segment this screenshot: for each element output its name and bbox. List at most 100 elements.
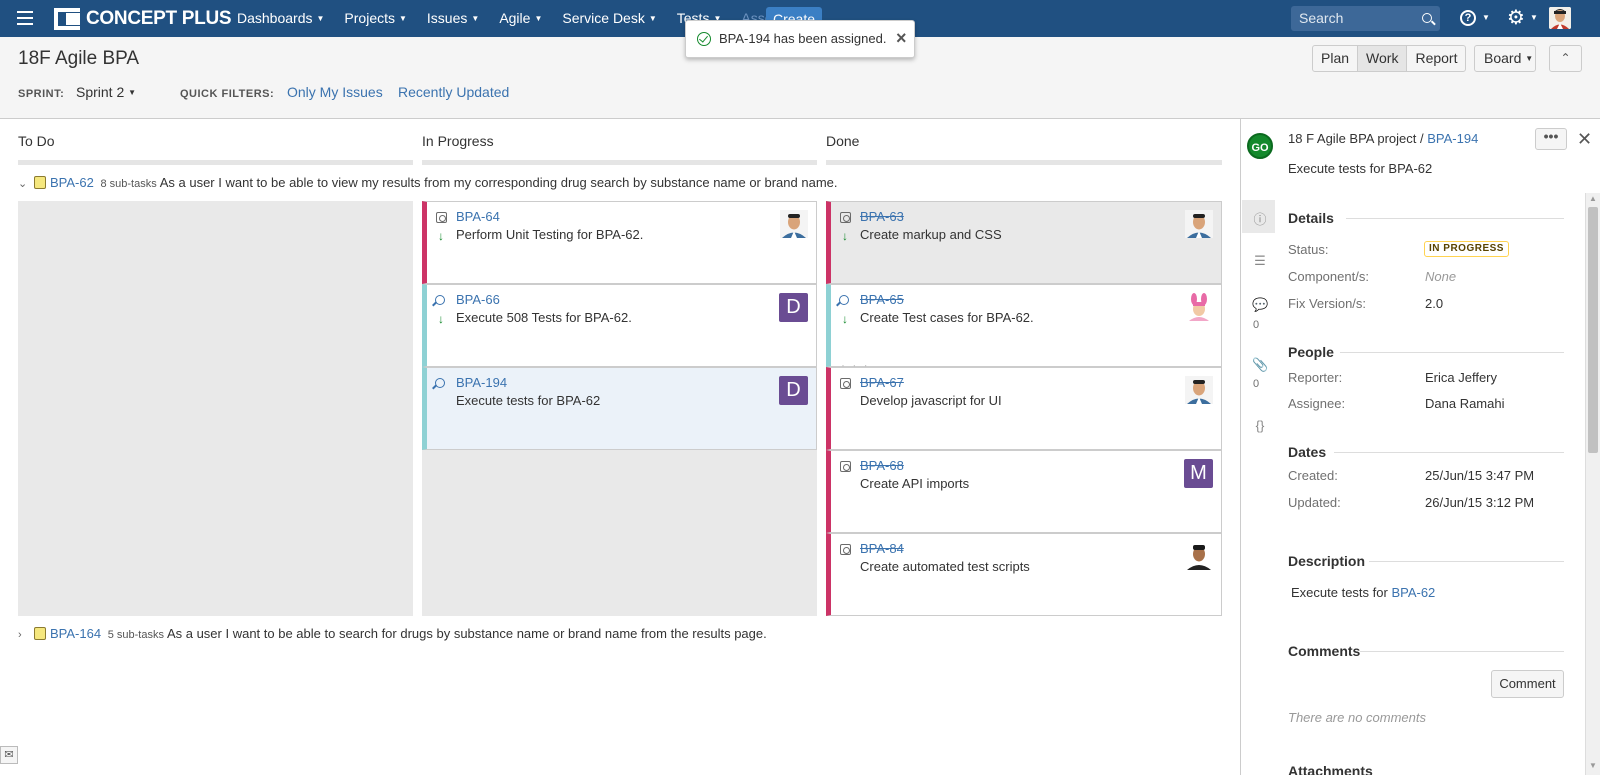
issue-card[interactable]: BPA-67 Develop javascript for UI <box>826 367 1222 450</box>
nav-service-desk[interactable]: Service Desk ▼ <box>562 0 676 37</box>
comment-button[interactable]: Comment <box>1491 670 1564 698</box>
story-icon <box>34 176 46 189</box>
filter-only-my-issues[interactable]: Only My Issues <box>287 84 383 100</box>
report-mode-button[interactable]: Report <box>1407 46 1465 71</box>
chevron-down-icon: ▼ <box>128 88 137 97</box>
board-label: Board <box>1484 50 1522 66</box>
section-people: People <box>1288 344 1334 360</box>
card-key[interactable]: BPA-194 <box>456 375 507 390</box>
code-braces-icon[interactable]: {} <box>1252 418 1268 434</box>
issue-title: Execute tests for BPA-62 <box>1288 161 1433 176</box>
breadcrumb: 18 F Agile BPA project / BPA-194 <box>1288 131 1478 146</box>
card-key[interactable]: BPA-66 <box>456 292 500 307</box>
info-icon[interactable]: ⓘ <box>1252 209 1268 227</box>
nav-agile[interactable]: Agile ▼ <box>499 0 562 37</box>
board-menu-button[interactable]: Board ▼ <box>1474 45 1536 72</box>
card-key[interactable]: BPA-68 <box>860 458 904 473</box>
description-icon[interactable]: ☰ <box>1252 253 1268 269</box>
issue-card-selected[interactable]: BPA-194 Execute tests for BPA-62 D <box>422 367 817 450</box>
description-body[interactable]: Execute tests for BPA-62 <box>1291 585 1435 600</box>
chevron-down-icon: ▼ <box>1530 13 1538 22</box>
nav-label: Service Desk <box>562 10 645 26</box>
nav-dashboards[interactable]: Dashboards ▼ <box>237 0 344 37</box>
logo[interactable]: CONCEPT PLUS <box>54 7 232 31</box>
reporter-value[interactable]: Erica Jeffery <box>1425 370 1497 385</box>
user-avatar[interactable] <box>1549 7 1571 29</box>
chevron-down-icon[interactable]: ⌄ <box>18 177 28 190</box>
nav-label: Agile <box>499 10 531 26</box>
chevron-down-icon: ▼ <box>471 14 480 23</box>
card-summary: Execute tests for BPA-62 <box>456 393 601 408</box>
assignee-value[interactable]: Dana Ramahi <box>1425 396 1505 411</box>
page-title: 18F Agile BPA <box>18 48 140 69</box>
created-value: 25/Jun/15 3:47 PM <box>1425 468 1535 483</box>
help-icon[interactable]: ? <box>1460 10 1476 26</box>
issue-key-link[interactable]: BPA-194 <box>1427 131 1478 146</box>
scroll-thumb[interactable] <box>1588 207 1598 453</box>
components-value[interactable]: None <box>1425 269 1456 284</box>
close-icon[interactable]: × <box>896 28 907 48</box>
assignee-avatar <box>1185 376 1213 404</box>
mode-switcher: Plan Work Report <box>1312 45 1467 72</box>
card-key[interactable]: BPA-65 <box>860 292 904 307</box>
issue-card[interactable]: ↓ BPA-64 Perform Unit Testing for BPA-62… <box>422 201 817 284</box>
filter-recently-updated[interactable]: Recently Updated <box>398 84 509 100</box>
feedback-icon[interactable]: ✉ <box>0 746 18 764</box>
issue-card[interactable]: ↓ BPA-63 Create markup and CSS <box>826 201 1222 284</box>
collapse-header-button[interactable]: ⌃ <box>1549 45 1582 72</box>
more-actions-button[interactable]: ••• <box>1535 128 1567 150</box>
test-issue-icon <box>840 461 851 472</box>
project-name[interactable]: 18 F Agile BPA project / <box>1288 131 1424 146</box>
menu-icon[interactable] <box>17 11 33 25</box>
status-badge[interactable]: IN PROGRESS <box>1424 241 1509 257</box>
column-todo-bar <box>18 160 413 165</box>
swimlane-header[interactable]: ⌄ BPA-62 8 sub-tasks As a user I want to b… <box>18 175 838 190</box>
attachment-icon[interactable]: 📎 <box>1252 357 1268 373</box>
priority-low-icon: ↓ <box>842 312 848 326</box>
swimlane-header[interactable]: › BPA-164 5 sub-tasks As a user I want to … <box>18 626 767 641</box>
card-key[interactable]: BPA-84 <box>860 541 904 556</box>
issue-card[interactable]: BPA-84 Create automated test scripts <box>826 533 1222 616</box>
fix-version-value[interactable]: 2.0 <box>1425 296 1443 311</box>
search-placeholder: Search <box>1299 10 1344 26</box>
nav-label: Projects <box>344 10 395 26</box>
card-key[interactable]: BPA-64 <box>456 209 500 224</box>
comment-icon[interactable]: 💬 <box>1252 297 1268 313</box>
swimlane-key[interactable]: BPA-62 <box>50 175 94 190</box>
nav-issues[interactable]: Issues ▼ <box>427 0 499 37</box>
updated-value: 26/Jun/15 3:12 PM <box>1425 495 1535 510</box>
nav-projects[interactable]: Projects ▼ <box>344 0 427 37</box>
quick-filters-label: QUICK FILTERS: <box>180 88 275 100</box>
subtask-count: 5 sub-tasks <box>107 629 164 641</box>
issue-card[interactable]: ↓ BPA-66 Execute 508 Tests for BPA-62. D <box>422 284 817 367</box>
reporter-label: Reporter: <box>1288 370 1343 385</box>
description-link[interactable]: BPA-62 <box>1391 585 1435 600</box>
search-input[interactable]: Search <box>1291 6 1440 31</box>
query-issue-icon <box>839 295 849 305</box>
sprint-value: Sprint 2 <box>76 84 125 100</box>
card-key[interactable]: BPA-63 <box>860 209 904 224</box>
gear-icon[interactable]: ⚙ <box>1507 6 1525 30</box>
chevron-right-icon[interactable]: › <box>18 629 28 641</box>
column-in-progress: In Progress <box>422 133 494 149</box>
nav-label: Dashboards <box>237 10 313 26</box>
issue-card[interactable]: BPA-68 Create API imports M <box>826 450 1222 533</box>
priority-low-icon: ↓ <box>842 229 848 243</box>
column-done-bar <box>826 160 1222 165</box>
sprint-selector[interactable]: Sprint 2 ▼ <box>76 84 136 100</box>
card-key[interactable]: BPA-67 <box>860 375 904 390</box>
issue-card[interactable]: ↓ BPA-65 Create Test cases for BPA-62. ·… <box>826 284 1222 372</box>
swimlane-summary: As a user I want to be able to view my r… <box>159 175 838 190</box>
close-icon[interactable]: ✕ <box>1577 129 1592 150</box>
detail-scrollbar[interactable]: ▲ ▼ <box>1585 193 1600 775</box>
components-label: Component/s: <box>1288 269 1369 284</box>
scroll-up-icon: ▲ <box>1589 194 1597 203</box>
card-summary: Create API imports <box>860 476 970 491</box>
divider <box>1360 651 1564 652</box>
query-issue-icon <box>435 378 445 388</box>
work-mode-button[interactable]: Work <box>1358 46 1408 71</box>
plan-mode-button[interactable]: Plan <box>1313 46 1359 71</box>
notification-message: BPA-194 has been assigned. <box>719 31 887 46</box>
swimlane-key[interactable]: BPA-164 <box>50 626 101 641</box>
updated-label: Updated: <box>1288 495 1341 510</box>
